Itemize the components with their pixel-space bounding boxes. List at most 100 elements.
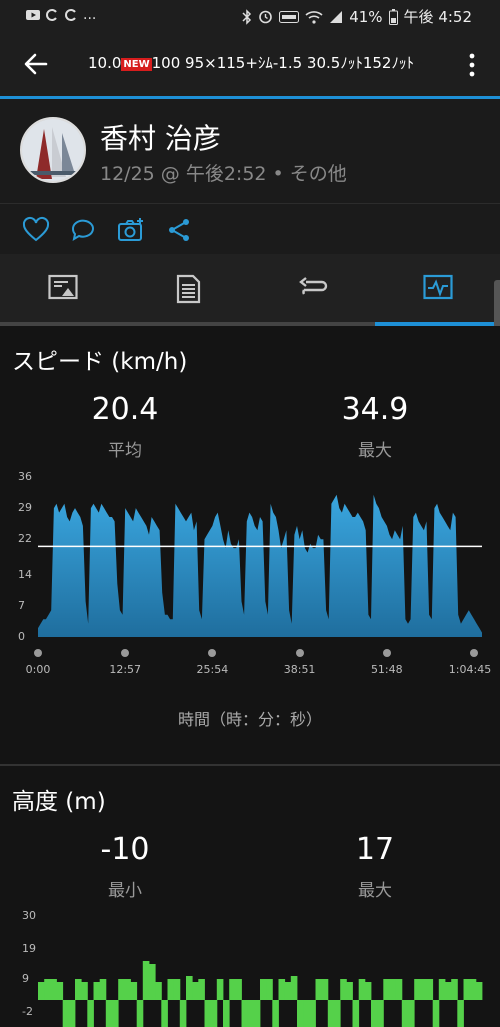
elevation-bar xyxy=(99,979,107,1000)
elevation-bar xyxy=(315,979,323,1000)
elevation-section: 高度 (m) -10 最小 17 最大 30 19 9 -2 xyxy=(0,766,500,1027)
elevation-bar xyxy=(395,979,403,1000)
avatar[interactable] xyxy=(20,117,86,183)
elevation-bar xyxy=(260,979,267,1000)
speed-avg-value: 20.4 xyxy=(91,392,159,427)
speed-x-tick-dot xyxy=(295,649,304,657)
add-photo-icon[interactable] xyxy=(117,216,145,244)
elevation-bar xyxy=(186,976,193,1000)
summary-icon xyxy=(48,274,78,300)
elevation-bar xyxy=(358,979,366,1000)
status-bar: ... 41% 午後 4:52 xyxy=(0,0,500,32)
signal-icon xyxy=(330,10,343,23)
elevation-bar xyxy=(173,979,181,1000)
speed-x-tick: 38:51 xyxy=(283,663,316,676)
tab-summary[interactable] xyxy=(0,254,125,324)
notification-icons: ... xyxy=(26,7,96,23)
elevation-bar xyxy=(247,1000,255,1027)
clock: 午後 4:52 xyxy=(403,8,472,26)
elevation-bar xyxy=(272,1000,279,1027)
speed-avg-label: 平均 xyxy=(108,441,142,461)
elevation-bar xyxy=(408,1000,415,1027)
laps-icon xyxy=(176,274,201,304)
youtube-icon xyxy=(26,10,40,20)
elevation-bar xyxy=(303,1000,310,1027)
bluetooth-icon xyxy=(242,8,252,25)
chart-icon xyxy=(423,274,453,300)
speed-x-tick: 12:57 xyxy=(109,663,142,676)
avatar-image xyxy=(22,119,84,181)
sync-icon-2 xyxy=(65,9,76,21)
elevation-bar xyxy=(216,979,224,1000)
elevation-bar xyxy=(223,1000,230,1027)
volte-icon xyxy=(279,10,300,23)
elevation-bar xyxy=(290,976,298,1000)
action-bar xyxy=(0,204,500,254)
elevation-bar xyxy=(93,982,101,1000)
tab-charts[interactable] xyxy=(375,254,500,324)
elevation-bar xyxy=(389,979,397,1000)
status-right: 41% 午後 4:52 xyxy=(242,6,472,27)
elevation-bar xyxy=(87,1000,94,1027)
elevation-bar xyxy=(179,1000,187,1027)
elevation-bar xyxy=(445,982,452,1000)
elevation-min-label: 最小 xyxy=(108,881,142,901)
profile-header: 香村 治彦 12/25 @ 午後2:52 • その他 xyxy=(0,99,500,203)
elevation-bar xyxy=(297,1000,304,1027)
splits-icon xyxy=(299,277,328,295)
title-prefix: 10.0 xyxy=(88,54,122,72)
elevation-bar xyxy=(155,982,162,1000)
elevation-bar xyxy=(278,979,286,1000)
elevation-bar xyxy=(124,979,131,1000)
elevation-bar xyxy=(56,982,64,1000)
elevation-bar xyxy=(167,979,175,1000)
elevation-title: 高度 (m) xyxy=(12,789,106,815)
back-arrow-icon[interactable] xyxy=(22,50,50,78)
share-icon[interactable] xyxy=(166,216,194,244)
speed-x-tick-dot xyxy=(470,649,478,657)
elevation-bar xyxy=(149,964,156,1000)
battery-icon xyxy=(388,8,398,25)
elevation-bar xyxy=(62,1000,70,1027)
speed-x-tick: 1:04:45 xyxy=(448,663,492,676)
elevation-max-value: 17 xyxy=(355,832,395,867)
alarm-icon xyxy=(259,10,273,24)
activity-subtitle: 12/25 @ 午後2:52 • その他 xyxy=(100,163,347,185)
elevation-bar xyxy=(266,979,273,1000)
elevation-bar xyxy=(68,1000,76,1027)
tab-splits[interactable] xyxy=(250,254,375,324)
speed-max-label: 最大 xyxy=(358,441,392,461)
new-badge: NEW xyxy=(121,58,152,71)
elevation-bar xyxy=(451,979,458,1000)
elevation-bar xyxy=(346,982,353,1000)
elevation-bar xyxy=(50,979,57,1000)
wifi-icon xyxy=(305,10,323,24)
activity-title: 10.0 NEW 100 95×115+ｼﾑ-1.5 30.5ﾉｯﾄ152ﾉｯﾄ xyxy=(88,52,414,73)
elevation-chart xyxy=(38,961,483,1027)
speed-section: スピード (km/h) 20.4 平均 34.9 最大 36 29 22 14 7 0 0… xyxy=(0,326,500,764)
elevation-bar xyxy=(142,961,150,1000)
speed-x-tick: 51:48 xyxy=(370,663,403,676)
title-suffix: 100 95×115+ｼﾑ-1.5 30.5ﾉｯﾄ152ﾉｯﾄ xyxy=(151,54,414,72)
elevation-bar xyxy=(321,979,329,1000)
elevation-bar xyxy=(192,982,199,1000)
elevation-min-value: -10 xyxy=(100,832,150,867)
elevation-bar xyxy=(327,1000,335,1027)
elevation-bar xyxy=(475,982,483,1000)
more-options-icon[interactable] xyxy=(464,52,480,78)
elevation-bar xyxy=(75,979,82,1000)
sync-icon xyxy=(46,9,57,21)
elevation-bar xyxy=(463,979,471,1000)
elevation-bar xyxy=(284,982,292,1000)
elevation-bar xyxy=(371,1000,378,1027)
speed-area xyxy=(38,494,482,637)
like-icon[interactable] xyxy=(22,216,50,244)
elevation-bar xyxy=(457,1000,464,1027)
speed-x-tick: 0:00 xyxy=(25,663,51,676)
elevation-bar xyxy=(383,979,390,1000)
comment-icon[interactable] xyxy=(69,216,97,244)
tab-laps[interactable] xyxy=(125,254,250,324)
user-name: 香村 治彦 xyxy=(100,122,221,155)
elevation-bar xyxy=(334,1000,341,1027)
elevation-bar xyxy=(38,982,45,1000)
